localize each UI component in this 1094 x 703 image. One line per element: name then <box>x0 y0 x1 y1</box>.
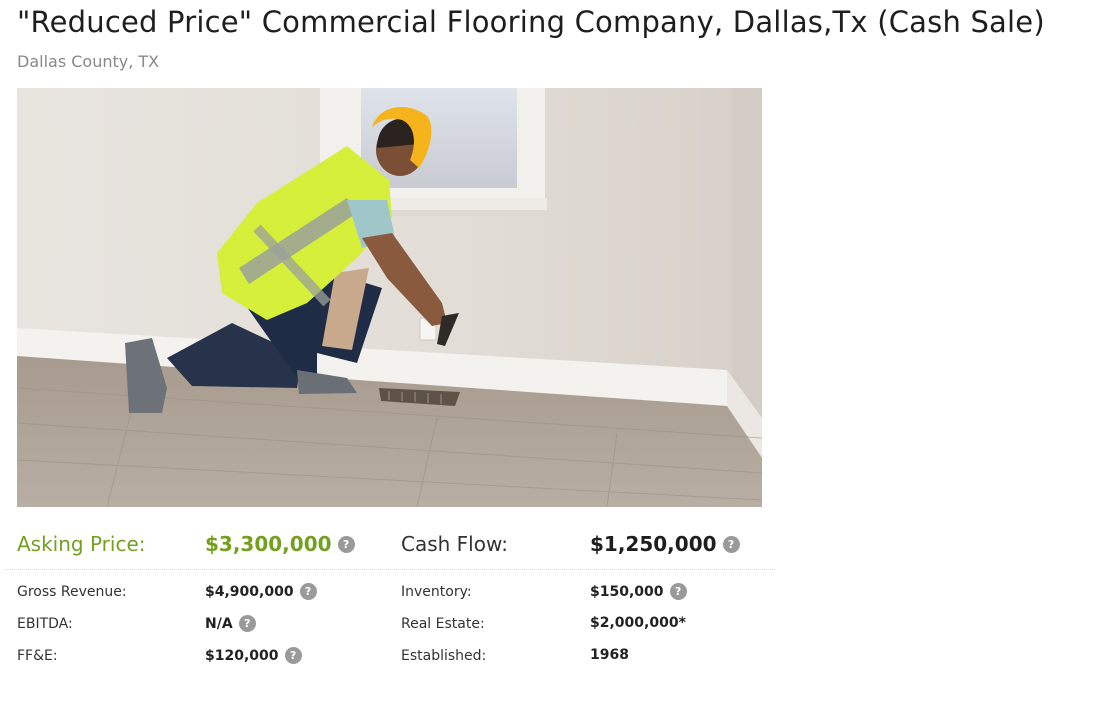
ebitda-help-icon[interactable]: ? <box>238 615 256 632</box>
cash-flow-amount: $1,250,000 <box>590 532 717 556</box>
established-value: 1968 <box>590 647 629 663</box>
listing-title: "Reduced Price" Commercial Flooring Comp… <box>17 5 1045 39</box>
cash-flow-value: $1,250,000 ? <box>590 532 740 556</box>
listing-photo[interactable] <box>17 88 762 507</box>
gross-revenue-amount: $4,900,000 <box>205 583 294 600</box>
detail-row: FF&E: $120,000 ? Established: 1968 <box>5 640 775 672</box>
asking-price-amount: $3,300,000 <box>205 532 332 556</box>
inventory-amount: $150,000 <box>590 583 664 600</box>
ffe-help-icon[interactable]: ? <box>284 647 302 664</box>
established-label: Established: <box>401 648 487 664</box>
detail-row: EBITDA: N/A ? Real Estate: $2,000,000* <box>5 608 775 640</box>
gross-revenue-help-icon[interactable]: ? <box>299 583 317 600</box>
cash-flow-help-icon[interactable]: ? <box>722 535 740 553</box>
ebitda-label: EBITDA: <box>17 616 73 632</box>
asking-price-label: Asking Price: <box>17 532 146 556</box>
detail-row: Gross Revenue: $4,900,000 ? Inventory: $… <box>5 576 775 608</box>
listing-location: Dallas County, TX <box>17 52 160 71</box>
inventory-value: $150,000 ? <box>590 583 687 600</box>
ffe-value: $120,000 ? <box>205 647 302 664</box>
gross-revenue-label: Gross Revenue: <box>17 584 127 600</box>
ffe-label: FF&E: <box>17 648 58 664</box>
worker-photo-illustration <box>17 88 762 507</box>
ffe-amount: $120,000 <box>205 647 279 664</box>
inventory-help-icon[interactable]: ? <box>669 583 687 600</box>
financial-summary: Asking Price: $3,300,000 ? Cash Flow: $1… <box>5 526 775 672</box>
primary-financials-row: Asking Price: $3,300,000 ? Cash Flow: $1… <box>5 526 775 570</box>
asking-price-help-icon[interactable]: ? <box>337 535 355 553</box>
ebitda-value: N/A ? <box>205 615 256 632</box>
established-year: 1968 <box>590 647 629 663</box>
real-estate-value: $2,000,000* <box>590 615 686 631</box>
ebitda-amount: N/A <box>205 615 233 632</box>
gross-revenue-value: $4,900,000 ? <box>205 583 317 600</box>
asking-price-value: $3,300,000 ? <box>205 532 355 556</box>
inventory-label: Inventory: <box>401 584 472 600</box>
listing-page: "Reduced Price" Commercial Flooring Comp… <box>0 0 1094 703</box>
real-estate-label: Real Estate: <box>401 616 485 632</box>
real-estate-amount: $2,000,000* <box>590 615 686 631</box>
cash-flow-label: Cash Flow: <box>401 532 508 556</box>
